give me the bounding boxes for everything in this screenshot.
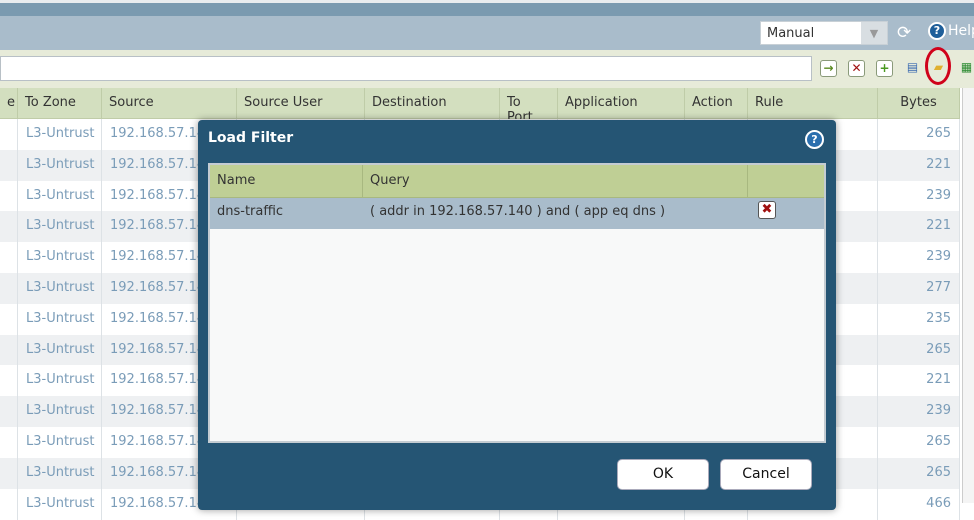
column-header[interactable]: e bbox=[0, 88, 18, 119]
cancel-button[interactable]: Cancel bbox=[720, 459, 812, 490]
bytes-cell: 239 bbox=[878, 180, 960, 212]
bytes-cell: 235 bbox=[878, 303, 960, 335]
to-zone-cell: L3-Untrust bbox=[18, 242, 102, 274]
table-header: e To Zone Source Source User Destination To P… bbox=[0, 88, 960, 125]
to-zone-cell: L3-Untrust bbox=[18, 303, 102, 335]
to-zone-cell: L3-Untrust bbox=[18, 180, 102, 212]
to-zone-cell: L3-Untrust bbox=[18, 365, 102, 397]
chevron-down-icon[interactable]: ▼ bbox=[861, 22, 887, 44]
to-zone-cell: L3-Untrust bbox=[18, 427, 102, 458]
to-zone-cell: L3-Untrust bbox=[18, 211, 102, 243]
table-cell bbox=[0, 119, 18, 150]
bytes-cell: 239 bbox=[878, 242, 960, 274]
filter-row[interactable]: dns-traffic ( addr in 192.168.57.140 ) a… bbox=[210, 198, 824, 229]
column-actions bbox=[748, 165, 824, 197]
clear-filter-icon[interactable]: ✕ bbox=[848, 60, 865, 77]
to-zone-cell: L3-Untrust bbox=[18, 396, 102, 428]
bytes-cell: 221 bbox=[878, 149, 960, 181]
bytes-cell: 265 bbox=[878, 119, 960, 150]
to-zone-cell: L3-Untrust bbox=[18, 334, 102, 366]
column-header[interactable]: Action bbox=[685, 88, 748, 119]
table-cell bbox=[0, 273, 18, 304]
filter-name: dns-traffic bbox=[217, 204, 284, 219]
table-cell bbox=[0, 242, 18, 274]
bytes-cell: 239 bbox=[878, 396, 960, 428]
bytes-cell: 265 bbox=[878, 334, 960, 366]
column-header[interactable]: Destination bbox=[365, 88, 500, 119]
export-icon[interactable]: ▦ bbox=[958, 60, 974, 77]
column-header[interactable]: Rule bbox=[748, 88, 878, 119]
bytes-cell: 265 bbox=[878, 427, 960, 458]
column-header[interactable]: Bytes bbox=[878, 88, 960, 119]
table-cell bbox=[0, 334, 18, 366]
ok-button[interactable]: OK bbox=[617, 459, 709, 490]
help-link[interactable]: ?Help bbox=[928, 22, 974, 40]
refresh-mode-select[interactable]: Manual ▼ bbox=[760, 21, 888, 45]
column-header[interactable]: Source bbox=[102, 88, 237, 119]
save-filter-icon[interactable]: ▤ bbox=[904, 60, 921, 77]
dialog-title: Load Filter bbox=[208, 130, 294, 146]
table-cell bbox=[0, 427, 18, 458]
apply-filter-icon[interactable]: → bbox=[820, 60, 837, 77]
column-header[interactable]: To Zone bbox=[18, 88, 102, 119]
to-zone-cell: L3-Untrust bbox=[18, 273, 102, 304]
help-icon[interactable]: ? bbox=[805, 130, 824, 149]
table-cell bbox=[0, 211, 18, 243]
table-cell bbox=[0, 396, 18, 428]
filter-input[interactable] bbox=[0, 56, 812, 81]
column-header[interactable]: Application bbox=[558, 88, 685, 119]
scrollbar[interactable] bbox=[962, 88, 974, 503]
table-cell bbox=[0, 149, 18, 181]
table-cell bbox=[0, 365, 18, 397]
table-cell bbox=[0, 488, 18, 520]
add-filter-icon[interactable]: + bbox=[876, 60, 893, 77]
help-label: Help bbox=[948, 23, 974, 39]
highlight-circle bbox=[925, 47, 951, 85]
to-zone-cell: L3-Untrust bbox=[18, 149, 102, 181]
top-banner bbox=[0, 0, 974, 16]
select-value: Manual bbox=[767, 26, 815, 41]
bytes-cell: 265 bbox=[878, 457, 960, 489]
help-icon: ? bbox=[928, 22, 946, 40]
column-header[interactable]: To Port bbox=[500, 88, 558, 125]
table-cell bbox=[0, 303, 18, 335]
delete-icon[interactable]: ✖ bbox=[758, 201, 776, 219]
to-zone-cell: L3-Untrust bbox=[18, 119, 102, 150]
filter-grid: Name Query dns-traffic ( addr in 192.168… bbox=[208, 163, 826, 443]
bytes-cell: 466 bbox=[878, 488, 960, 520]
column-name: Name bbox=[210, 165, 363, 197]
bytes-cell: 221 bbox=[878, 211, 960, 243]
to-zone-cell: L3-Untrust bbox=[18, 457, 102, 489]
load-filter-dialog: Load Filter ? Name Query dns-traffic ( a… bbox=[198, 120, 836, 510]
table-cell bbox=[0, 457, 18, 489]
bytes-cell: 221 bbox=[878, 365, 960, 397]
bytes-cell: 277 bbox=[878, 273, 960, 304]
table-cell bbox=[0, 180, 18, 212]
column-header[interactable]: Source User bbox=[237, 88, 365, 119]
refresh-icon[interactable]: ⟳ bbox=[897, 23, 911, 43]
filter-query: ( addr in 192.168.57.140 ) and ( app eq … bbox=[370, 204, 666, 219]
to-zone-cell: L3-Untrust bbox=[18, 488, 102, 520]
column-query: Query bbox=[363, 165, 748, 197]
